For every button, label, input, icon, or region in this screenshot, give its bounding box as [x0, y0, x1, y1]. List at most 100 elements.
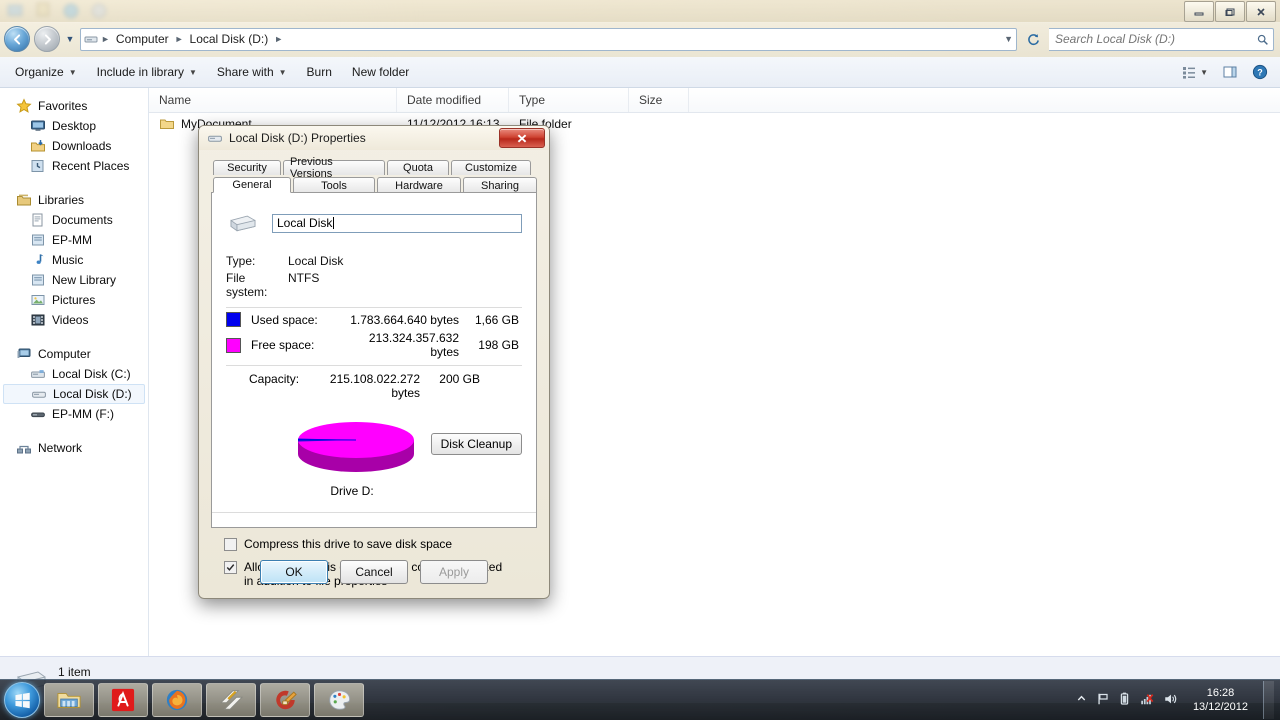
organize-button[interactable]: Organize ▼	[6, 61, 86, 83]
sidebar-item-recent-places[interactable]: Recent Places	[0, 156, 148, 176]
action-center-button[interactable]	[1096, 692, 1110, 709]
sidebar-item-local-disk-c[interactable]: Local Disk (C:)	[0, 364, 148, 384]
status-text: 1 item	[58, 665, 91, 679]
chevron-down-icon: ▼	[189, 67, 197, 77]
music-icon	[36, 254, 44, 264]
sidebar-item-music[interactable]: Music	[0, 250, 148, 270]
back-button[interactable]	[4, 26, 30, 52]
breadcrumb-computer[interactable]: Computer	[112, 31, 173, 47]
free-space-swatch	[226, 337, 241, 353]
sidebar-label: Pictures	[52, 293, 96, 307]
libraries-icon	[17, 194, 31, 206]
sidebar-item-documents[interactable]: Documents	[0, 210, 148, 230]
address-dropdown-icon[interactable]: ▼	[1003, 34, 1014, 44]
column-header-size[interactable]: Size	[629, 88, 689, 112]
compress-drive-row[interactable]: Compress this drive to save disk space	[211, 528, 537, 551]
sidebar-item-computer[interactable]: Computer	[0, 344, 148, 364]
help-button[interactable]: ?	[1246, 61, 1274, 83]
breadcrumb-separator[interactable]: ►	[174, 34, 185, 44]
chevron-down-icon[interactable]: ▼	[1200, 68, 1208, 77]
search-box[interactable]	[1049, 27, 1274, 51]
volume-name-value: Local Disk	[277, 216, 333, 230]
avira-icon	[111, 688, 135, 712]
library-icon	[32, 274, 44, 286]
refresh-button[interactable]	[1021, 28, 1045, 51]
capacity-row: Capacity: 215.108.022.272 bytes 200 GB	[212, 366, 536, 400]
minimize-button[interactable]	[1184, 1, 1214, 22]
tab-hardware[interactable]: Hardware	[377, 177, 461, 193]
free-space-gb: 198 GB	[478, 338, 519, 352]
search-input[interactable]	[1053, 31, 1256, 47]
sidebar-item-ep-mm[interactable]: EP-MM	[0, 230, 148, 250]
show-preview-pane-button[interactable]	[1216, 61, 1244, 83]
used-space-label: Used space:	[251, 312, 318, 327]
column-header-type[interactable]: Type	[509, 88, 629, 112]
breadcrumb[interactable]: ► Computer ► Local Disk (D:) ► ▼	[80, 27, 1017, 51]
burn-button[interactable]: Burn	[298, 61, 341, 83]
battery-button[interactable]	[1119, 691, 1130, 709]
sidebar-item-videos[interactable]: Videos	[0, 310, 148, 330]
dialog-close-button[interactable]	[499, 128, 545, 148]
volume-muted-icon	[1141, 693, 1154, 704]
taskbar-button-firefox[interactable]	[152, 683, 202, 717]
taskbar-button-winamp[interactable]	[206, 683, 256, 717]
forward-button[interactable]	[34, 26, 60, 52]
sidebar-item-downloads[interactable]: Downloads	[0, 136, 148, 156]
svg-text:?: ?	[1257, 68, 1263, 78]
recent-pages-dropdown[interactable]: ▼	[64, 34, 76, 44]
share-with-button[interactable]: Share with ▼	[208, 61, 296, 83]
column-header-name[interactable]: Name	[149, 88, 397, 112]
navigation-pane: Favorites Desktop Downloads Recent Place…	[0, 88, 149, 656]
volume-name-input[interactable]: Local Disk	[272, 213, 522, 233]
maximize-restore-button[interactable]	[1215, 1, 1245, 22]
start-button[interactable]	[4, 682, 40, 718]
cancel-button[interactable]: Cancel	[340, 560, 408, 584]
sidebar-item-pictures[interactable]: Pictures	[0, 290, 148, 310]
type-row: Type: Local Disk	[212, 251, 536, 268]
capacity-gb: 200 GB	[439, 372, 480, 386]
tab-customize[interactable]: Customize	[451, 160, 531, 175]
sidebar-item-libraries[interactable]: Libraries	[0, 190, 148, 210]
tab-tools[interactable]: Tools	[293, 177, 375, 193]
sidebar-item-network[interactable]: Network	[0, 438, 148, 458]
sidebar-label: Favorites	[38, 99, 88, 113]
ok-button[interactable]: OK	[260, 560, 328, 584]
dialog-tab-row-1: Security Previous Versions Quota Customi…	[211, 156, 537, 180]
command-bar: Organize ▼ Include in library ▼ Share wi…	[0, 57, 1280, 88]
change-view-button[interactable]: ▼	[1175, 61, 1214, 83]
breadcrumb-separator[interactable]: ►	[273, 34, 284, 44]
taskbar-button-paint[interactable]	[314, 683, 364, 717]
volume-muted-button[interactable]	[1139, 692, 1154, 709]
compress-drive-checkbox[interactable]	[224, 538, 237, 551]
tab-general[interactable]: General	[213, 177, 291, 193]
sidebar-item-ep-mm-f[interactable]: EP-MM (F:)	[0, 404, 148, 424]
preview-pane-icon	[1223, 66, 1237, 78]
column-header-date-modified[interactable]: Date modified	[397, 88, 509, 112]
taskbar-button-avira[interactable]	[98, 683, 148, 717]
tab-previous-versions[interactable]: Previous Versions	[283, 156, 385, 180]
new-folder-button[interactable]: New folder	[343, 61, 418, 83]
sidebar-label: New Library	[52, 273, 117, 287]
show-hidden-icons-button[interactable]	[1076, 693, 1087, 707]
clock[interactable]: 16:28 13/12/2012	[1187, 686, 1254, 714]
breadcrumb-local-disk-d[interactable]: Local Disk (D:)	[186, 31, 273, 47]
apply-button: Apply	[420, 560, 488, 584]
speaker-button[interactable]	[1163, 692, 1178, 709]
sidebar-item-desktop[interactable]: Desktop	[0, 116, 148, 136]
taskbar-button-ccleaner[interactable]	[260, 683, 310, 717]
sidebar-item-new-library[interactable]: New Library	[0, 270, 148, 290]
new-folder-label: New folder	[351, 65, 410, 79]
disk-cleanup-button[interactable]: Disk Cleanup	[430, 433, 522, 455]
tab-quota[interactable]: Quota	[387, 160, 449, 175]
sidebar-item-favorites[interactable]: Favorites	[0, 96, 148, 116]
type-label: Type:	[226, 254, 256, 268]
show-desktop-button[interactable]	[1263, 681, 1274, 719]
windows-logo-icon	[14, 692, 30, 708]
tab-sharing[interactable]: Sharing	[463, 177, 537, 193]
sidebar-item-local-disk-d[interactable]: Local Disk (D:)	[3, 384, 145, 404]
close-button[interactable]	[1246, 1, 1276, 22]
tab-security[interactable]: Security	[213, 160, 281, 175]
used-space-gb: 1,66 GB	[474, 312, 519, 327]
include-in-library-button[interactable]: Include in library ▼	[88, 61, 206, 83]
taskbar-button-windows-explorer[interactable]	[44, 683, 94, 717]
